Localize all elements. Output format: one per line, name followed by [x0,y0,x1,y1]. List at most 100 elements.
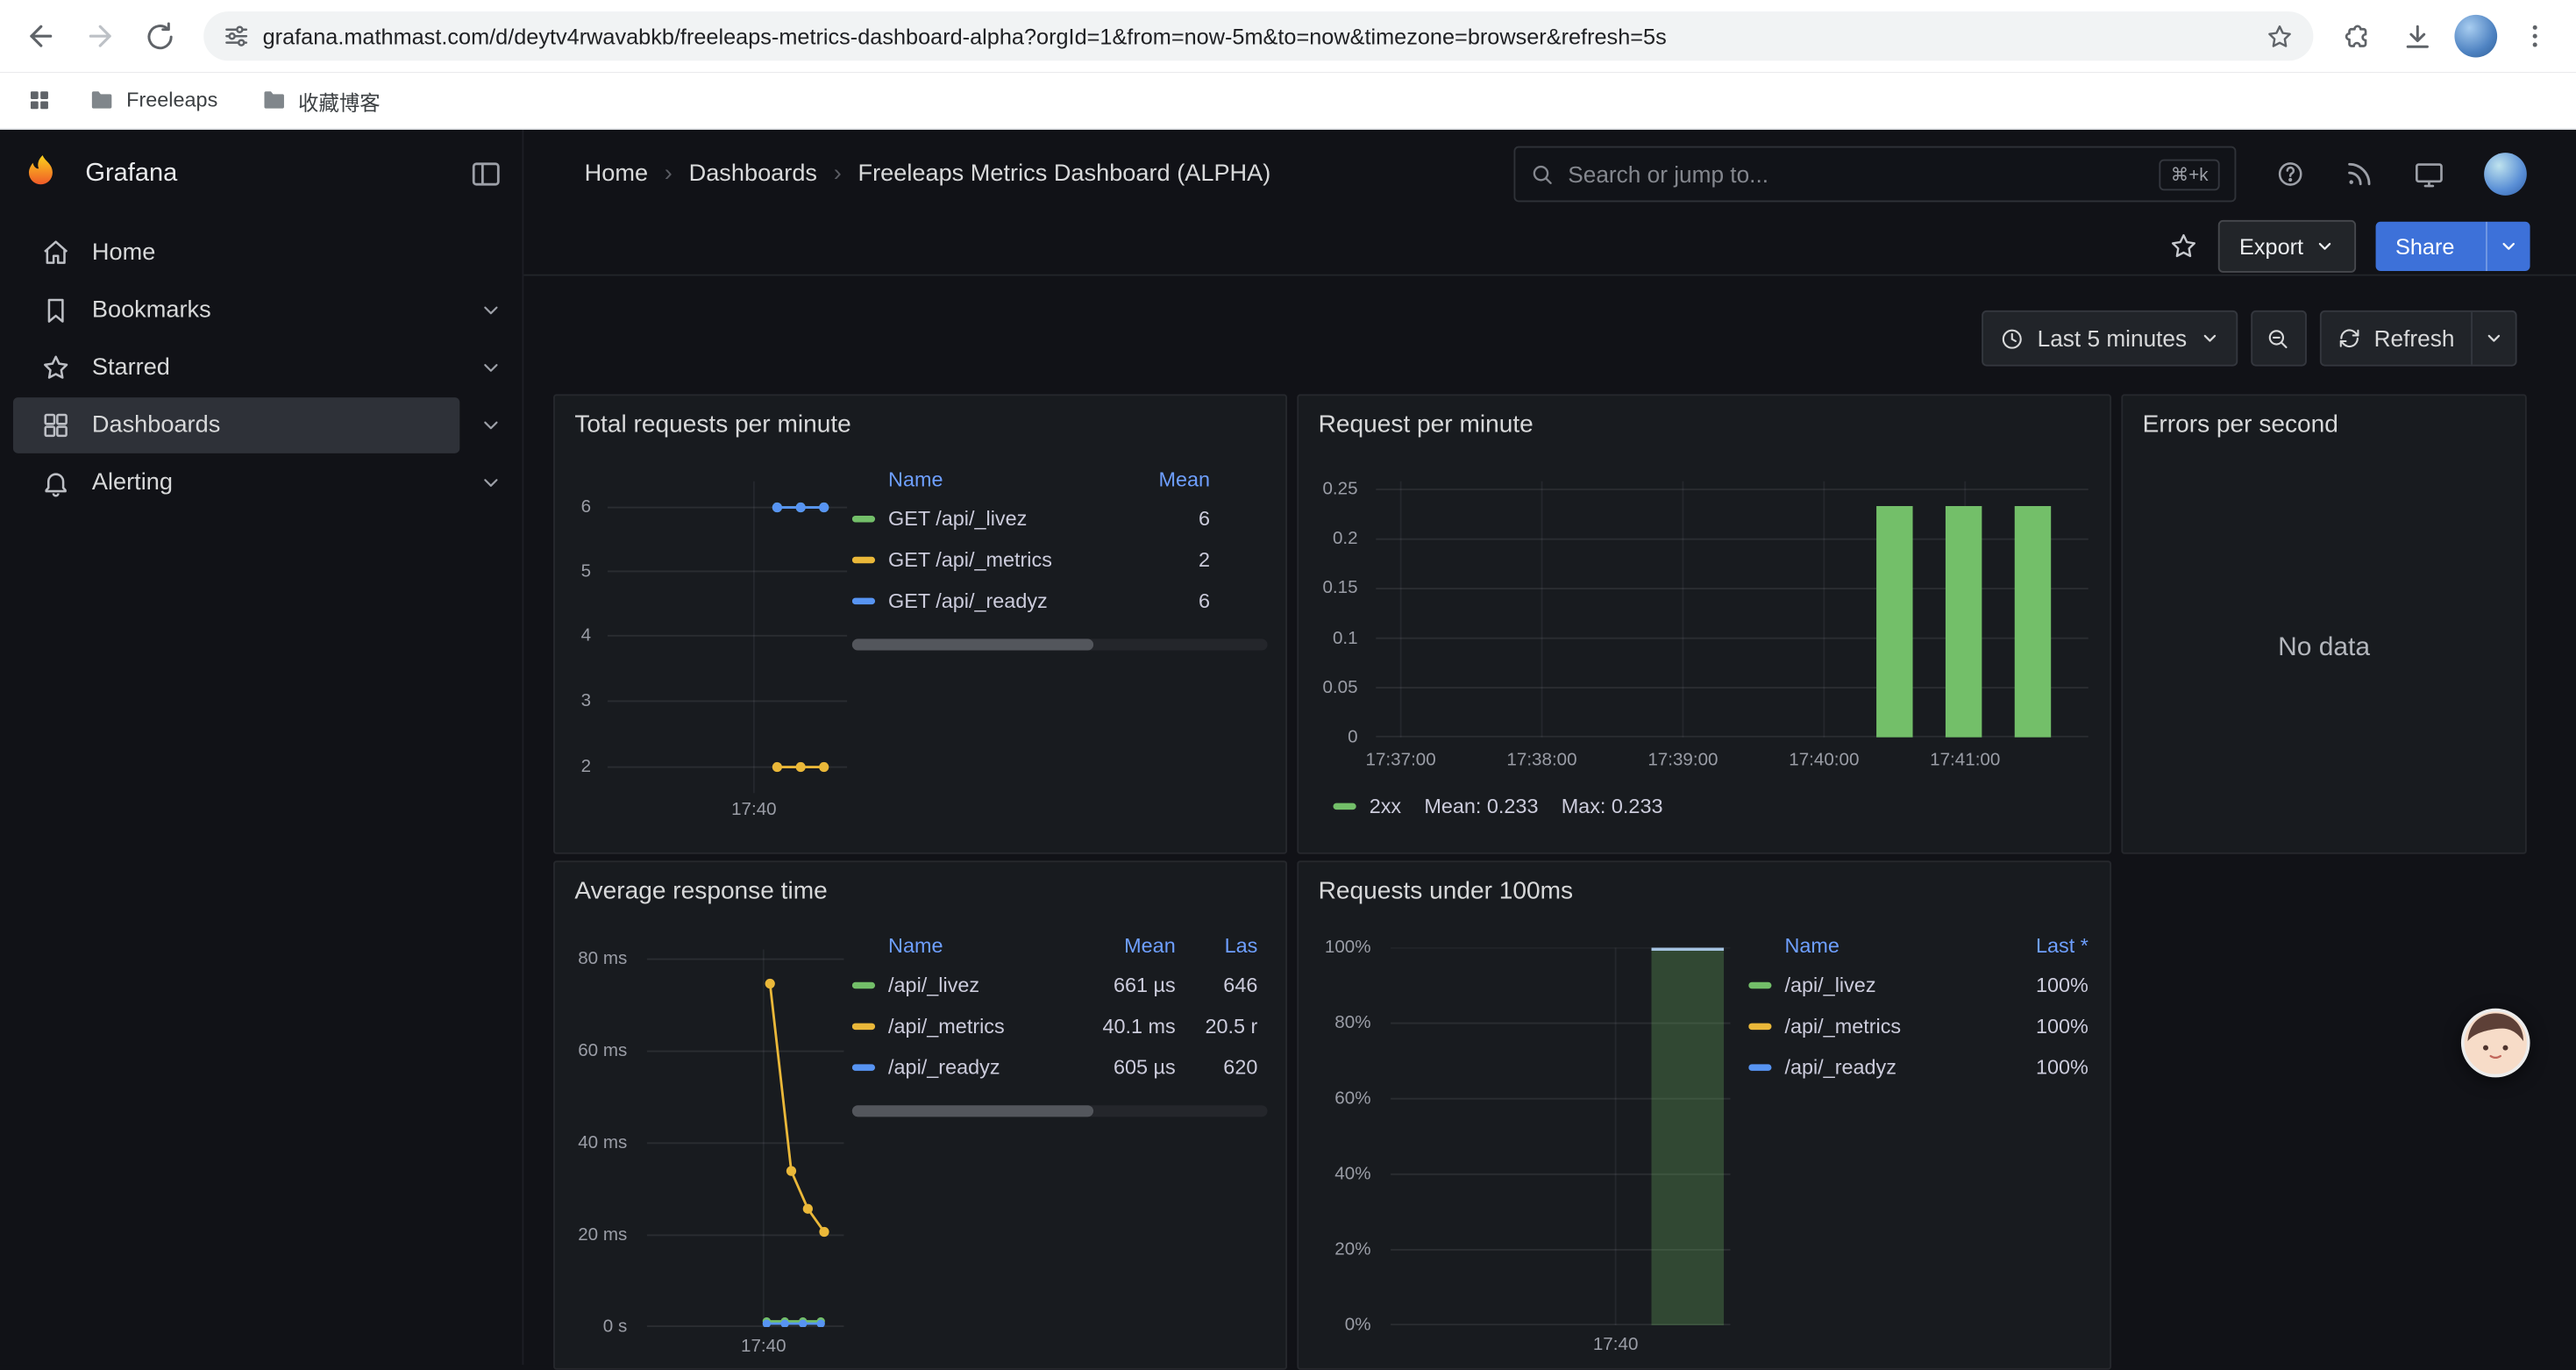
panel-title[interactable]: Average response time [555,862,1285,905]
bookmark-folder-blogs[interactable]: 收藏博客 [247,78,394,123]
legend-column-header[interactable]: Las [1185,934,1268,957]
timeseries-plot[interactable] [608,482,847,794]
legend-row[interactable]: GET /api/_readyz6 [852,580,1220,621]
legend-column-header[interactable]: Name [852,468,1095,491]
chevron-down-icon[interactable] [459,282,522,339]
chevron-down-icon[interactable] [459,455,522,511]
legend-row[interactable]: /api/_readyz100% [1748,1046,2098,1088]
legend-column-header[interactable]: Last * [1983,934,2098,957]
scrollbar-thumb[interactable] [852,1105,1093,1117]
y-axis-tick: 4 [581,624,591,647]
legend-column-header[interactable]: Mean [1057,934,1185,957]
browser-profile-avatar[interactable] [2454,15,2497,58]
panel-title[interactable]: Request per minute [1299,396,2110,439]
search-input[interactable]: Search or jump to... ⌘+k [1513,146,2236,203]
x-axis: 17:40 [647,1337,844,1359]
no-data-message: No data [2278,634,2370,664]
chevron-down-icon[interactable] [459,340,522,396]
series-name: /api/_readyz [888,1055,1000,1078]
header-icons [2275,153,2526,196]
legend-row[interactable]: GET /api/_metrics2 [852,539,1220,580]
panel-request-per-minute: Request per minute 0.250.20.150.10.050 1… [1297,394,2111,853]
sidebar-collapse-icon[interactable] [470,130,502,218]
chevron-down-icon[interactable] [459,397,522,453]
bookmark-star-icon[interactable] [2266,22,2294,50]
brand-row: Grafana [0,130,522,218]
share-button[interactable]: Share [2375,222,2530,271]
breadcrumb: Home › Dashboards › Freeleaps Metrics Da… [585,161,1271,188]
apps-grid-icon[interactable] [19,87,59,113]
x-axis: 17:40 [608,800,847,823]
sidebar-item-home[interactable]: Home [0,225,522,282]
legend-row[interactable]: /api/_metrics100% [1748,1005,2098,1046]
sidebar-item-alerting[interactable]: Alerting [0,455,522,511]
reload-icon[interactable] [132,8,188,64]
sidebar-item-starred[interactable]: Starred [0,340,522,396]
sidebar-item-bookmarks[interactable]: Bookmarks [0,282,522,339]
y-axis: 0.250.20.150.10.050 [1299,482,1364,738]
news-rss-icon[interactable] [2345,160,2374,189]
legend-row[interactable]: /api/_livez100% [1748,964,2098,1005]
series-name: /api/_readyz [1784,1055,1896,1078]
series-name: /api/_metrics [1784,1014,1901,1037]
series-color-swatch [852,556,875,562]
legend-table: NameMean GET /api/_livez6GET /api/_metric… [852,461,1220,621]
y-axis: 80 ms60 ms40 ms20 ms0 s [555,949,634,1327]
y-axis: 65432 [555,482,598,794]
kiosk-monitor-icon[interactable] [2414,159,2445,190]
y-axis-tick: 0.15 [1322,577,1357,600]
favorite-star-icon[interactable] [2168,232,2198,261]
series-color-swatch [1748,1063,1771,1069]
site-settings-icon[interactable] [224,23,250,49]
scrollbar-thumb[interactable] [852,639,1093,650]
share-menu-caret[interactable] [2486,222,2530,271]
floating-assistant-avatar[interactable] [2461,1009,2530,1078]
search-shortcut-badge: ⌘+k [2159,159,2219,190]
panel-title[interactable]: Errors per second [2123,396,2525,439]
timeseries-plot[interactable] [647,949,844,1327]
bar-chart-plot[interactable] [1376,482,2089,738]
panel-title[interactable]: Requests under 100ms [1299,862,2110,905]
legend-column-header[interactable]: Name [1748,934,1983,957]
legend-row[interactable]: /api/_livez661 µs646 [852,964,1268,1005]
sidebar-item-dashboards[interactable]: Dashboards [0,397,522,453]
panel-title[interactable]: Total requests per minute [555,396,1285,439]
browser-menu-icon[interactable] [2507,8,2563,64]
legend-row[interactable]: /api/_metrics40.1 ms20.5 r [852,1005,1268,1046]
sidebar-item-label: Alerting [92,470,173,496]
grafana-logo-icon[interactable] [19,153,62,196]
refresh-button[interactable]: Refresh [2322,312,2471,365]
y-axis-tick: 20% [1334,1238,1370,1261]
legend-row[interactable]: /api/_readyz605 µs620 [852,1046,1268,1088]
dashboards-grid-icon [41,410,71,440]
zoom-out-button[interactable] [2251,310,2307,367]
y-axis-tick: 0 s [603,1316,628,1338]
refresh-label: Refresh [2374,325,2455,352]
series-name: 2xx [1370,795,1401,817]
help-icon[interactable] [2275,160,2305,189]
y-axis-tick: 80 ms [578,947,627,970]
breadcrumb-dashboards[interactable]: Dashboards [689,161,817,188]
legend-column-header[interactable]: Name [852,934,1057,957]
back-icon[interactable] [13,8,69,64]
bar-chart-plot[interactable] [1391,947,1731,1325]
dashboard-actions-row: Export Share [523,218,2576,276]
panel-requests-under-100ms: Requests under 100ms 100%80%60%40%20%0% … [1297,860,2111,1369]
legend-table: NameLast * /api/_livez100%/api/_metrics10… [1748,928,2098,1088]
user-avatar[interactable] [2484,153,2527,196]
url-text[interactable]: grafana.mathmast.com/d/deytv4rwavabkb/fr… [263,24,2253,48]
legend-row[interactable]: GET /api/_livez6 [852,497,1220,539]
time-range-picker[interactable]: Last 5 minutes [1982,310,2238,367]
refresh-interval-caret[interactable] [2471,312,2516,365]
share-label: Share [2395,234,2454,259]
legend-column-header[interactable]: Mean [1095,468,1220,491]
export-button[interactable]: Export [2218,220,2356,273]
extensions-icon[interactable] [2330,8,2386,64]
legend-item-2xx[interactable]: 2xx [1333,795,1401,817]
url-bar[interactable]: grafana.mathmast.com/d/deytv4rwavabkb/fr… [203,11,2313,61]
bookmark-folder-freeleaps[interactable]: Freeleaps [75,81,231,120]
breadcrumb-home[interactable]: Home [585,161,648,188]
downloads-icon[interactable] [2389,8,2445,64]
series-name: /api/_livez [888,973,979,995]
refresh-icon [2338,327,2360,350]
